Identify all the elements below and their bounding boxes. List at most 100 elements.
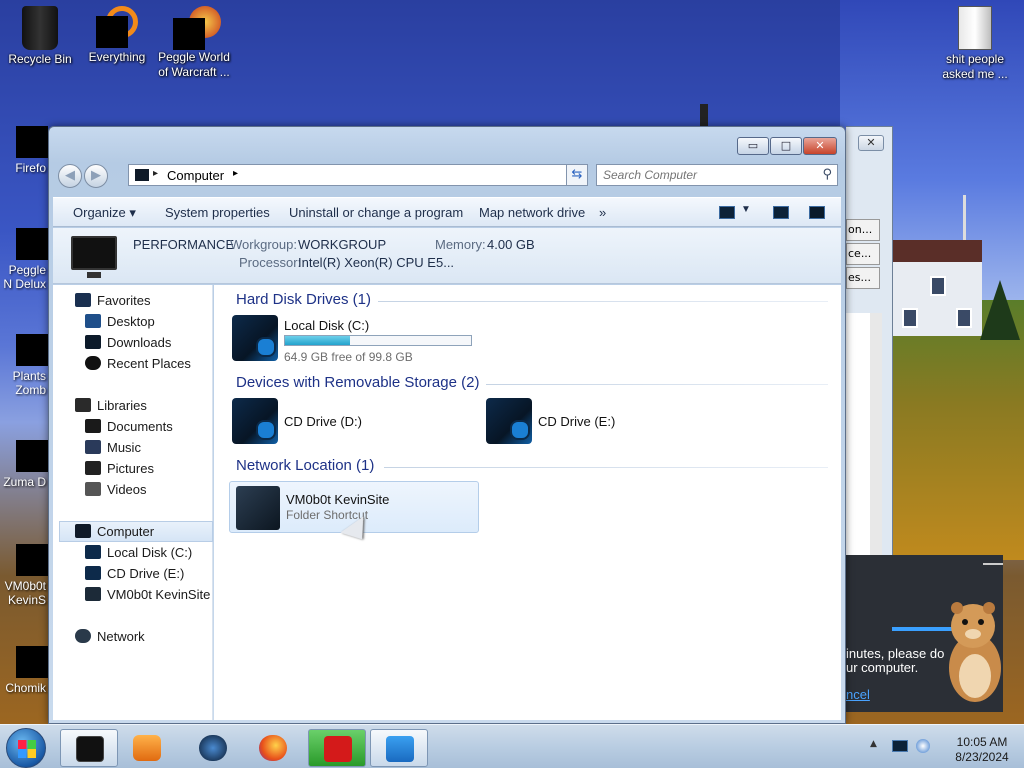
nav-documents[interactable]: Documents <box>85 419 173 434</box>
favorites-star-icon <box>75 293 91 307</box>
nav-label: Recent Places <box>107 356 191 371</box>
libraries-icon <box>75 398 91 412</box>
minimize-icon[interactable] <box>983 563 1003 565</box>
background-button[interactable]: ce... <box>846 243 880 265</box>
desktop-icon-shit-people-asked[interactable]: shit people asked me ... <box>935 6 1015 82</box>
background-button[interactable]: on... <box>846 219 880 241</box>
monitor-icon <box>71 236 117 278</box>
clock[interactable]: 10:05 AM 8/23/2024 <box>946 735 1018 765</box>
taskbar-media-player[interactable] <box>118 729 176 767</box>
address-bar[interactable]: ▸ Computer ▸ ▼ <box>128 164 588 186</box>
desktop-icon <box>85 314 101 328</box>
wallpaper-house <box>892 240 982 336</box>
nav-label: Libraries <box>97 398 147 413</box>
folder-icon <box>958 6 992 50</box>
change-view-icon[interactable] <box>719 206 735 219</box>
taskbar-window-app[interactable] <box>370 729 428 767</box>
taskbar-avira[interactable] <box>308 729 366 767</box>
organize-menu[interactable]: Organize ▾ <box>73 205 136 221</box>
nav-cd-drive[interactable]: CD Drive (E:) <box>85 566 184 581</box>
drive-cd-d[interactable]: CD Drive (D:) <box>232 398 432 446</box>
drive-cd-e[interactable]: CD Drive (E:) <box>486 398 686 446</box>
nav-recent-places[interactable]: Recent Places <box>85 356 191 371</box>
breadcrumb-arrow-icon[interactable]: ▸ <box>153 168 158 179</box>
minimize-button[interactable]: ▭ <box>737 137 769 155</box>
maximize-button[interactable]: □ <box>770 137 802 155</box>
desktop-icon-recycle-bin[interactable]: Recycle Bin <box>0 6 80 67</box>
drive-name: CD Drive (D:) <box>284 414 362 429</box>
desktop-icon-plants-zombies[interactable]: Plants Zomb <box>0 334 48 397</box>
search-box[interactable]: ⚲ <box>596 164 838 186</box>
notification-line: ur computer. <box>846 660 919 675</box>
taskbar-firefox[interactable] <box>244 729 302 767</box>
view-dropdown-icon[interactable]: ▼ <box>741 204 751 215</box>
nav-videos[interactable]: Videos <box>85 482 147 497</box>
refresh-button[interactable]: ⇆ <box>566 164 588 186</box>
breadcrumb-computer[interactable]: Computer <box>167 168 224 183</box>
group-hard-disk-drives[interactable]: Hard Disk Drives (1) <box>236 291 371 308</box>
volume-tray-icon[interactable] <box>916 739 930 753</box>
cancel-link[interactable]: ncel <box>846 688 870 702</box>
caption-buttons: ▭ □ ✕ <box>736 137 837 155</box>
computer-icon <box>135 169 149 181</box>
firefox-icon <box>16 126 48 158</box>
videos-icon <box>85 482 101 496</box>
desktop-icon-label: Firefo <box>15 161 46 175</box>
taskbar-explorer[interactable] <box>60 729 118 767</box>
nav-label: Desktop <box>107 314 155 329</box>
taskbar-globe-app[interactable] <box>184 729 242 767</box>
drive-local-disk-c[interactable]: Local Disk (C:) 64.9 GB free of 99.8 GB <box>232 315 482 364</box>
nav-computer[interactable]: Computer <box>59 521 213 542</box>
map-network-drive-button[interactable]: Map network drive <box>479 205 585 220</box>
drive-usage-fill <box>285 336 351 345</box>
desktop-icon-zuma[interactable]: Zuma D <box>0 440 48 490</box>
nav-downloads[interactable]: Downloads <box>85 335 171 350</box>
close-button[interactable]: ✕ <box>858 135 884 151</box>
documents-icon <box>85 419 101 433</box>
back-button[interactable]: ◀ <box>58 164 82 188</box>
nav-network[interactable]: Network <box>75 629 145 644</box>
computer-name: PERFORMANCE <box>133 237 235 252</box>
processor-value: Intel(R) Xeon(R) CPU E5... <box>298 255 455 270</box>
more-commands-button[interactable]: » <box>599 205 606 220</box>
nav-desktop[interactable]: Desktop <box>85 314 155 329</box>
network-tray-icon[interactable] <box>892 740 908 752</box>
nav-pictures[interactable]: Pictures <box>85 461 154 476</box>
help-icon[interactable] <box>809 206 825 219</box>
workgroup-value: WORKGROUP <box>298 237 387 252</box>
cd-drive-icon <box>232 398 278 444</box>
desktop-icon-kevinsite[interactable]: VM0b0t KevinS <box>0 544 48 607</box>
search-icon[interactable]: ⚲ <box>822 167 832 182</box>
wallpaper-tree <box>980 280 1020 340</box>
desktop-icon-chomik[interactable]: Chomik <box>0 646 48 696</box>
group-removable-storage[interactable]: Devices with Removable Storage (2) <box>236 374 479 391</box>
forward-button[interactable]: ▶ <box>84 164 108 188</box>
zuma-icon <box>16 440 48 472</box>
notification-message: inutes, please do ur computer. <box>846 647 951 675</box>
window-app-icon <box>386 736 414 762</box>
desktop-icon-firefox[interactable]: Firefo <box>0 126 48 176</box>
group-network-location[interactable]: Network Location (1) <box>236 457 374 474</box>
nav-local-disk[interactable]: Local Disk (C:) <box>85 545 192 560</box>
nav-libraries[interactable]: Libraries <box>75 398 147 413</box>
close-button[interactable]: ✕ <box>803 137 837 155</box>
desktop-icon-peggle-nights[interactable]: Peggle N Delux <box>0 228 48 291</box>
system-properties-button[interactable]: System properties <box>165 205 270 220</box>
desktop-icon-peggle-wow[interactable]: Peggle World of Warcraft ... <box>154 6 234 80</box>
show-hidden-icons-button[interactable]: ▲ <box>870 739 877 749</box>
memory-value: 4.00 GB <box>487 237 535 252</box>
explorer-window[interactable]: ▭ □ ✕ ◀ ▶ ▸ Computer ▸ ▼ ⇆ ⚲ Organize ▾ … <box>48 126 846 724</box>
nav-favorites[interactable]: Favorites <box>75 293 150 308</box>
preview-pane-icon[interactable] <box>773 206 789 219</box>
nav-music[interactable]: Music <box>85 440 141 455</box>
search-input[interactable] <box>603 165 813 185</box>
uninstall-program-button[interactable]: Uninstall or change a program <box>289 205 463 220</box>
background-button[interactable]: es... <box>846 267 880 289</box>
drive-name: CD Drive (E:) <box>538 414 616 429</box>
desktop-icon-everything[interactable]: Everything <box>77 6 157 65</box>
nav-kevinsite[interactable]: VM0b0t KevinSite <box>85 587 210 602</box>
background-window-buttons: on... ce... es... <box>846 219 880 291</box>
breadcrumb-arrow-icon[interactable]: ▸ <box>233 168 238 179</box>
start-button[interactable] <box>6 728 46 768</box>
network-drive-icon <box>85 587 101 601</box>
